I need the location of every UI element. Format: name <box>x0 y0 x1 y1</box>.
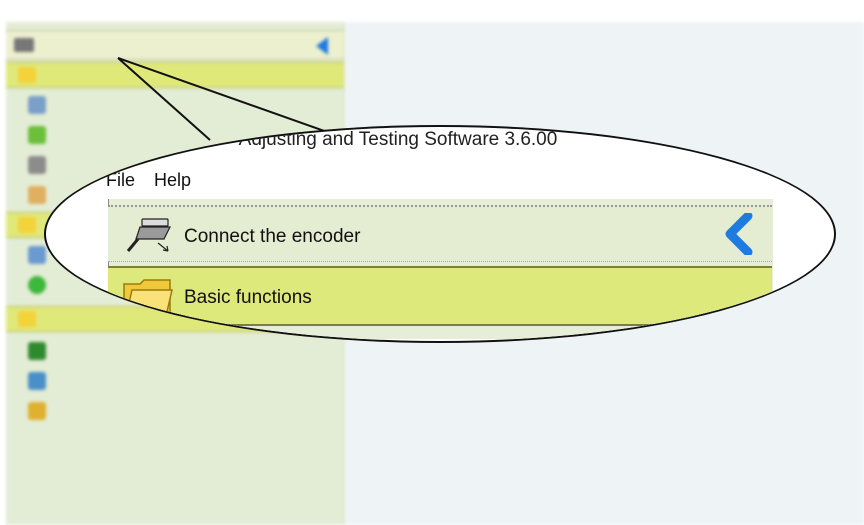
connect-encoder-label: Connect the encoder <box>184 226 361 247</box>
encoder-cable-icon <box>126 218 171 252</box>
window-title: ENHAIN: ATS - Adjusting and Testing Soft… <box>106 129 558 150</box>
menu-help[interactable]: Help <box>154 170 191 191</box>
folder-icon <box>123 279 173 317</box>
chevron-left-icon[interactable] <box>720 213 754 255</box>
connect-encoder-row[interactable]: Connect the encoder <box>108 205 772 262</box>
callout-upper-line <box>117 57 440 134</box>
menu-file[interactable]: File <box>106 170 135 191</box>
basic-functions-label: Basic functions <box>184 287 312 308</box>
basic-functions-group[interactable]: Basic functions <box>108 266 772 326</box>
magnifier-callout: ENHAIN: ATS - Adjusting and Testing Soft… <box>44 125 836 343</box>
